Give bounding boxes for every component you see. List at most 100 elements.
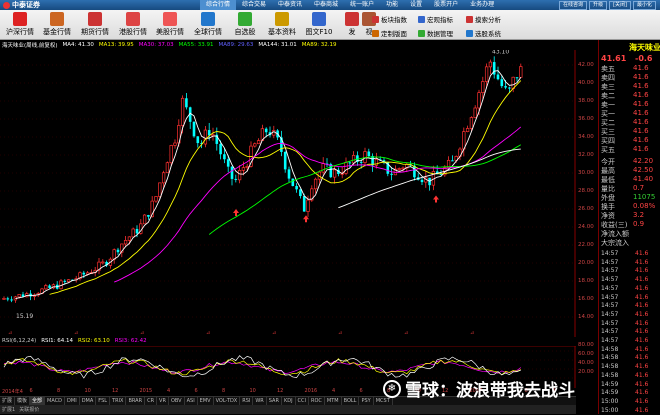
indicator-tab-21[interactable]: MTM	[325, 397, 342, 405]
menu-item-5[interactable]: 功能	[380, 0, 404, 10]
global-quote-icon	[201, 12, 215, 26]
candle-up	[469, 117, 474, 129]
indicator-tab-12[interactable]: ASI	[185, 397, 198, 405]
status-tab-1[interactable]: 关联报价	[19, 406, 39, 413]
toolbar-button-1[interactable]: 基金行情	[40, 10, 74, 40]
toolbar-button-5[interactable]: 全球行情	[191, 10, 225, 40]
candle-down	[367, 151, 371, 157]
indicator-tab-9[interactable]: CR	[145, 397, 158, 405]
sh-sz-quote-icon	[13, 12, 27, 26]
window-button-3[interactable]: 最小化	[632, 1, 656, 10]
price-tick: 36.00	[578, 116, 594, 122]
tick-price: 41.6	[635, 267, 649, 275]
candle-down	[504, 86, 507, 88]
candle-up	[203, 129, 208, 145]
ma4-line	[15, 70, 522, 300]
toolbar-button-3[interactable]: 港股行情	[116, 10, 150, 40]
indicator-tab-18[interactable]: KDJ	[282, 397, 296, 405]
indicator-tab-14[interactable]: VOL-TDX	[214, 397, 241, 405]
layout-icon	[372, 29, 379, 37]
window-button-0[interactable]: 在线咨询	[559, 1, 588, 10]
indicator-tab-1[interactable]: 模板	[15, 397, 31, 405]
kline-chart[interactable]: 43.10 15.19 ⊿ ⊿ ⊿ ⊿ ⊿ ⊿ ⊿ ⊿	[0, 50, 576, 337]
toolbar-button-7[interactable]: 基本资料	[265, 10, 299, 40]
event-marker: ⊿	[470, 330, 474, 336]
indicator-tab-15[interactable]: RSI	[240, 397, 254, 405]
toolbar-small-4[interactable]: 数据管理	[418, 28, 453, 38]
futures-quote-icon	[88, 12, 102, 26]
indicator-tab-20[interactable]: ROC	[309, 397, 325, 405]
stock-title: 海天味业(周线,前复权)	[2, 43, 58, 49]
menu-item-3[interactable]: 中泰商城	[308, 0, 344, 10]
price-tick: 40.00	[578, 80, 594, 86]
toolbar-button-8[interactable]: 图文F10	[302, 10, 336, 40]
rsi1-value: RSI1: 64.14	[41, 338, 74, 344]
indicator-tab-11[interactable]: OBV	[169, 397, 185, 405]
price-tick: 34.00	[578, 134, 594, 140]
fund-quote-icon	[50, 12, 64, 26]
menu-item-8[interactable]: 业务办理	[464, 0, 500, 10]
indicator-tab-3[interactable]: MACD	[45, 397, 66, 405]
menu-item-7[interactable]: 股票开户	[428, 0, 464, 10]
toolbar-button-2[interactable]: 期货行情	[78, 10, 112, 40]
indicator-tab-6[interactable]: FSL	[96, 397, 111, 405]
toolbar-small-2[interactable]: 摸索分析	[466, 14, 501, 24]
toolbar-button-0[interactable]: 沪深行情	[3, 10, 37, 40]
indicator-tab-7[interactable]: TRIX	[110, 397, 127, 405]
tick-price: 41.6	[635, 258, 649, 266]
indicator-tab-13[interactable]: EMV	[198, 397, 214, 405]
candle-down	[500, 79, 504, 87]
tick-time: 14:57	[601, 284, 619, 292]
candle-down	[135, 228, 139, 234]
flow-label-1: 大宗流入	[601, 239, 629, 247]
menu-item-4[interactable]: 统一账户	[344, 0, 380, 10]
toolbar-button-6[interactable]: 自选股	[228, 10, 262, 40]
indicator-tab-23[interactable]: PSY	[359, 397, 374, 405]
candle-up	[397, 168, 401, 170]
ask-value-1: 41.6	[633, 73, 649, 81]
price-tick: 26.00	[578, 206, 594, 212]
tick-price: 41.6	[635, 302, 649, 310]
toolbar-small-1[interactable]: 宏观指标	[418, 14, 453, 24]
candle-down	[283, 151, 287, 170]
toolbar-small-0[interactable]: 板块指数	[372, 14, 407, 24]
status-tab-0[interactable]: 扩展1	[2, 406, 15, 413]
candle-down	[302, 196, 306, 212]
quote-panel: 海天味业 41.61 -0.6 卖五 41.6 卖四 41.6 卖三 41.6 卖二 41.6…	[598, 40, 660, 414]
toolbar-label: 全球行情	[194, 28, 222, 36]
window-button-1[interactable]: 升级	[589, 1, 608, 10]
ma-legend-2: MA30: 37.03	[138, 42, 174, 48]
candle-up	[161, 172, 166, 184]
window-buttons: 在线咨询 升级 [关闭] 最小化	[559, 1, 656, 10]
menu-item-6[interactable]: 设置	[404, 0, 428, 10]
menu-item-1[interactable]: 综合交易	[236, 0, 272, 10]
window-button-2[interactable]: [关闭]	[609, 1, 631, 10]
indicator-tab-17[interactable]: SAR	[267, 397, 282, 405]
toolbar-small-label: 定制版面	[381, 30, 407, 38]
tick-price: 41.6	[635, 293, 649, 301]
candle-up	[465, 128, 470, 132]
indicator-tab-16[interactable]: WR	[253, 397, 267, 405]
toolbar-button-4[interactable]: 美股行情	[153, 10, 187, 40]
bid-label-4: 买五	[601, 146, 615, 154]
date-tick: 2016	[304, 388, 318, 394]
indicator-tab-5[interactable]: DMA	[80, 397, 97, 405]
sector-index-icon	[372, 15, 379, 23]
indicator-tab-4[interactable]: DMI	[65, 397, 80, 405]
rsi-tick: 80.00	[578, 342, 594, 348]
indicator-tab-2[interactable]: 全部	[30, 397, 46, 405]
menu-item-2[interactable]: 中泰资讯	[272, 0, 308, 10]
indicator-tab-19[interactable]: CCI	[296, 397, 310, 405]
stat-value-4: 11075	[633, 193, 656, 201]
indicator-tab-8[interactable]: BRAR	[126, 397, 146, 405]
menu-item-0[interactable]: 综合行情	[200, 0, 237, 10]
candle-down	[10, 299, 13, 301]
date-tick: 6	[194, 388, 198, 394]
indicator-tab-22[interactable]: BOLL	[342, 397, 360, 405]
date-tick: 8	[57, 388, 61, 394]
toolbar-small-5[interactable]: 选股系统	[466, 28, 501, 38]
stat-value-6: 3.2	[633, 211, 645, 219]
indicator-tab-10[interactable]: VR	[157, 397, 169, 405]
indicator-tab-0[interactable]: 扩展	[0, 397, 16, 405]
toolbar-small-3[interactable]: 定制版面	[372, 28, 407, 38]
